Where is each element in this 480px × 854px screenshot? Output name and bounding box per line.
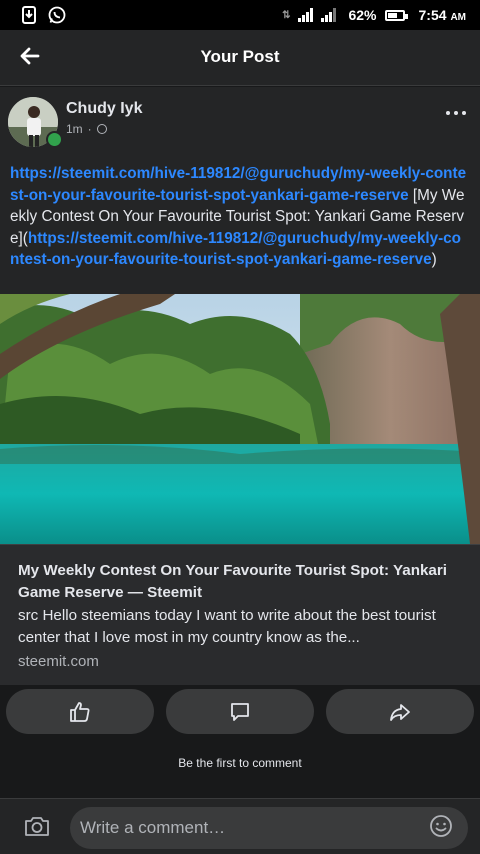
share-icon bbox=[390, 704, 410, 721]
like-icon bbox=[70, 702, 90, 722]
battery-icon bbox=[384, 9, 408, 21]
comment-button[interactable] bbox=[166, 689, 314, 734]
page-title: Your Post bbox=[200, 47, 280, 66]
comment-composer bbox=[0, 798, 480, 854]
app-bar: Your Post bbox=[0, 30, 480, 86]
status-time: 7:54 AM bbox=[418, 7, 466, 23]
link-preview-card[interactable]: My Weekly Contest On Your Favourite Tour… bbox=[0, 544, 480, 685]
post-link-1[interactable]: https://steemit.com/hive-119812/@guruchu… bbox=[10, 165, 466, 204]
like-button[interactable] bbox=[6, 689, 154, 734]
globe-icon bbox=[96, 124, 107, 134]
download-icon bbox=[22, 6, 36, 24]
post-link-2[interactable]: https://steemit.com/hive-119812/@guruchu… bbox=[10, 230, 461, 269]
post-time: 1m bbox=[66, 122, 83, 136]
whatsapp-icon bbox=[48, 6, 66, 24]
author-name[interactable]: Chudy Iyk bbox=[66, 100, 142, 118]
share-button[interactable] bbox=[326, 689, 474, 734]
post-card: Chudy Iyk 1m · https://steemit.com/hive-… bbox=[0, 87, 480, 685]
comment-icon bbox=[231, 703, 249, 721]
online-status-dot bbox=[46, 131, 63, 148]
link-preview-image[interactable] bbox=[0, 294, 480, 544]
camera-icon[interactable] bbox=[24, 814, 50, 838]
link-preview-domain: steemit.com bbox=[18, 653, 99, 670]
post-text-close: ) bbox=[431, 251, 437, 268]
signal-icon bbox=[321, 8, 337, 22]
signal-icon bbox=[298, 8, 314, 22]
link-preview-title: My Weekly Contest On Your Favourite Tour… bbox=[18, 562, 447, 601]
battery-percent: 62% bbox=[348, 7, 377, 23]
link-preview-description: src Hello steemians today I want to writ… bbox=[18, 607, 436, 646]
data-arrows-icon: ⇅ bbox=[282, 9, 291, 21]
post-actions bbox=[0, 689, 480, 736]
post-text: https://steemit.com/hive-119812/@guruchu… bbox=[10, 163, 470, 271]
more-horizontal-icon[interactable] bbox=[446, 102, 468, 124]
comment-input[interactable] bbox=[70, 807, 468, 849]
post-meta: 1m · bbox=[66, 122, 107, 136]
emoji-icon[interactable] bbox=[429, 814, 453, 838]
empty-comments-text: Be the first to comment bbox=[178, 756, 302, 770]
status-bar: ⇅ 62% 7:54 AM bbox=[0, 0, 480, 30]
